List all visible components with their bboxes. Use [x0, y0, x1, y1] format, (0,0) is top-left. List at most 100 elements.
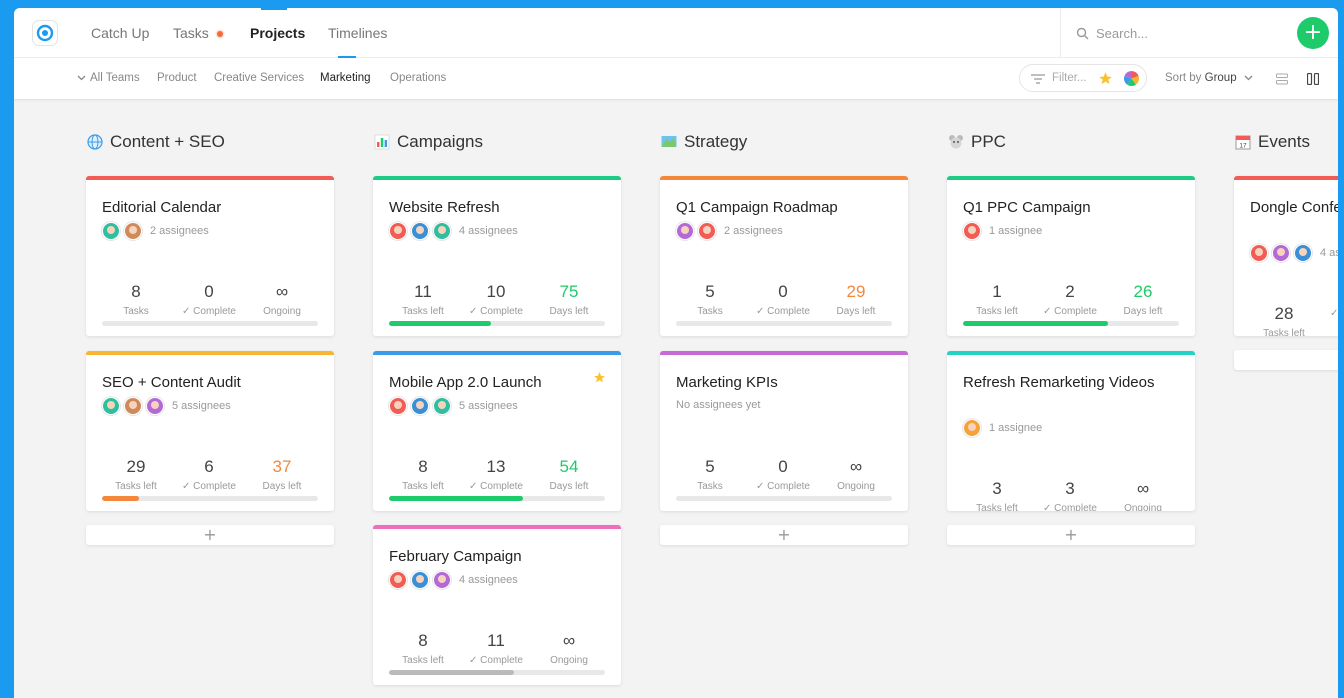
avatar[interactable]: [389, 571, 407, 589]
sort-prefix: Sort by: [1165, 72, 1202, 84]
avatar[interactable]: [1294, 244, 1312, 262]
add-button[interactable]: +: [1297, 17, 1329, 49]
progress-fill: [389, 496, 523, 501]
star-icon[interactable]: [593, 371, 606, 384]
card-title: Q1 PPC Campaign: [963, 199, 1091, 216]
assignee-list[interactable]: 4 assignees: [389, 571, 518, 589]
assignee-count: 4 assignees: [459, 225, 518, 237]
column-title: Content + SEO: [110, 132, 225, 151]
stat-value: 3: [1065, 479, 1075, 498]
project-card[interactable]: February Campaign 4 assignees 8 Tasks left 1…: [373, 525, 621, 685]
avatar[interactable]: [124, 222, 142, 240]
avatar[interactable]: [102, 397, 120, 415]
avatar[interactable]: [146, 397, 164, 415]
card-title: Dongle Conference (April 2018): [1250, 199, 1338, 216]
nav-tasks[interactable]: Tasks: [173, 25, 223, 41]
project-card[interactable]: Marketing KPIs No assignees yet 5 Tasks 0 ✓ C…: [660, 351, 908, 511]
nav-timelines[interactable]: Timelines: [328, 25, 387, 41]
stat-label: ✓ Complete: [469, 481, 523, 492]
color-filter-icon[interactable]: [1124, 71, 1139, 86]
project-card[interactable]: Dongle Conference (April 2018) 4 assignee…: [1234, 176, 1338, 336]
mouse-icon: [947, 133, 965, 151]
column-header-ppc: PPC: [947, 132, 1006, 152]
search-input[interactable]: [1096, 23, 1276, 43]
stat-1: 6 ✓ Complete: [174, 457, 244, 492]
avatar[interactable]: [1272, 244, 1290, 262]
add-card-button[interactable]: +: [86, 525, 334, 545]
avatar[interactable]: [389, 397, 407, 415]
all-teams-dropdown[interactable]: All Teams: [77, 72, 140, 84]
team-product[interactable]: Product: [157, 72, 197, 84]
team-filter-bar: All Teams Product Creative Services Mark…: [14, 58, 1338, 100]
stat-value: 8: [131, 282, 141, 301]
project-card[interactable]: Q1 Campaign Roadmap 2 assignees 5 Tasks 0 ✓ C…: [660, 176, 908, 336]
assignee-list[interactable]: 5 assignees: [102, 397, 231, 415]
avatar[interactable]: [411, 222, 429, 240]
project-card[interactable]: Mobile App 2.0 Launch 5 assignees 8 Tasks l…: [373, 351, 621, 511]
avatar[interactable]: [389, 222, 407, 240]
notification-dot: [216, 31, 223, 38]
avatar[interactable]: [411, 397, 429, 415]
stat-1: 3 ✓ Complete: [1035, 479, 1105, 511]
avatar[interactable]: [433, 397, 451, 415]
stat-1: 0 ✓ Complete: [174, 282, 244, 317]
avatar[interactable]: [963, 222, 981, 240]
stat-value: 5: [705, 282, 715, 301]
assignee-list[interactable]: 5 assignees: [389, 397, 518, 415]
avatar[interactable]: [433, 222, 451, 240]
stat-label: Tasks left: [115, 481, 157, 492]
card-color-bar: [86, 176, 334, 180]
stat-label: Days left: [836, 306, 876, 317]
assignee-list[interactable]: 4 assignees: [1250, 244, 1338, 262]
nav-projects[interactable]: Projects: [250, 25, 305, 41]
assignee-list[interactable]: 2 assignees: [676, 222, 783, 240]
star-filter-icon[interactable]: [1098, 71, 1113, 86]
avatar[interactable]: [124, 397, 142, 415]
assignee-list[interactable]: 1 assignee: [963, 419, 1042, 437]
nav-catch-up[interactable]: Catch Up: [91, 25, 149, 41]
sort-dropdown[interactable]: Sort by Group: [1165, 72, 1253, 84]
progress-bar: [676, 496, 892, 501]
add-card-button[interactable]: +: [660, 525, 908, 545]
stat-value: 8: [418, 631, 428, 650]
stat-2: 37 Days left: [247, 457, 317, 492]
team-operations[interactable]: Operations: [390, 72, 446, 84]
app-logo[interactable]: [32, 20, 58, 46]
project-card[interactable]: SEO + Content Audit 5 assignees 29 Tasks le…: [86, 351, 334, 511]
board-view-icon[interactable]: [1307, 73, 1319, 85]
stat-value: 11: [414, 282, 432, 301]
add-card-button[interactable]: +: [947, 525, 1195, 545]
avatar[interactable]: [102, 222, 120, 240]
avatar[interactable]: [433, 571, 451, 589]
project-card[interactable]: Q1 PPC Campaign 1 assignee 1 Tasks left 2 ✓ C…: [947, 176, 1195, 336]
assignee-list[interactable]: 2 assignees: [102, 222, 209, 240]
stat-1: 0 ✓ Complete: [748, 457, 818, 492]
stat-value: 37: [272, 457, 292, 476]
project-card[interactable]: Refresh Remarketing Videos 1 assignee 3 Tas…: [947, 351, 1195, 511]
stat-label: Tasks left: [976, 503, 1018, 511]
assignee-list[interactable]: 4 assignees: [389, 222, 518, 240]
avatar[interactable]: [676, 222, 694, 240]
assignee-count: 1 assignee: [989, 422, 1043, 434]
svg-text:17: 17: [1239, 143, 1247, 150]
stat-label: Tasks left: [1263, 328, 1305, 336]
avatar[interactable]: [1250, 244, 1268, 262]
add-card-button[interactable]: [1234, 350, 1338, 370]
progress-fill: [102, 496, 139, 501]
project-card[interactable]: Editorial Calendar 2 assignees 8 Tasks 0 ✓ Co…: [86, 176, 334, 336]
card-color-bar: [373, 351, 621, 355]
stat-label: Ongoing: [1124, 503, 1162, 511]
card-title: Q1 Campaign Roadmap: [676, 199, 838, 216]
column-title: Strategy: [684, 132, 748, 151]
avatar[interactable]: [411, 571, 429, 589]
team-creative-services[interactable]: Creative Services: [214, 72, 304, 84]
stat-2: ∞ Ongoing: [1108, 479, 1178, 511]
team-marketing[interactable]: Marketing: [320, 72, 371, 84]
list-view-icon[interactable]: [1276, 73, 1288, 85]
avatar[interactable]: [698, 222, 716, 240]
project-card[interactable]: Website Refresh 4 assignees 11 Tasks left 10…: [373, 176, 621, 336]
no-assignees-label: No assignees yet: [676, 399, 761, 411]
filter-input[interactable]: Filter...: [1019, 64, 1147, 92]
avatar[interactable]: [963, 419, 981, 437]
assignee-list[interactable]: 1 assignee: [963, 222, 1042, 240]
